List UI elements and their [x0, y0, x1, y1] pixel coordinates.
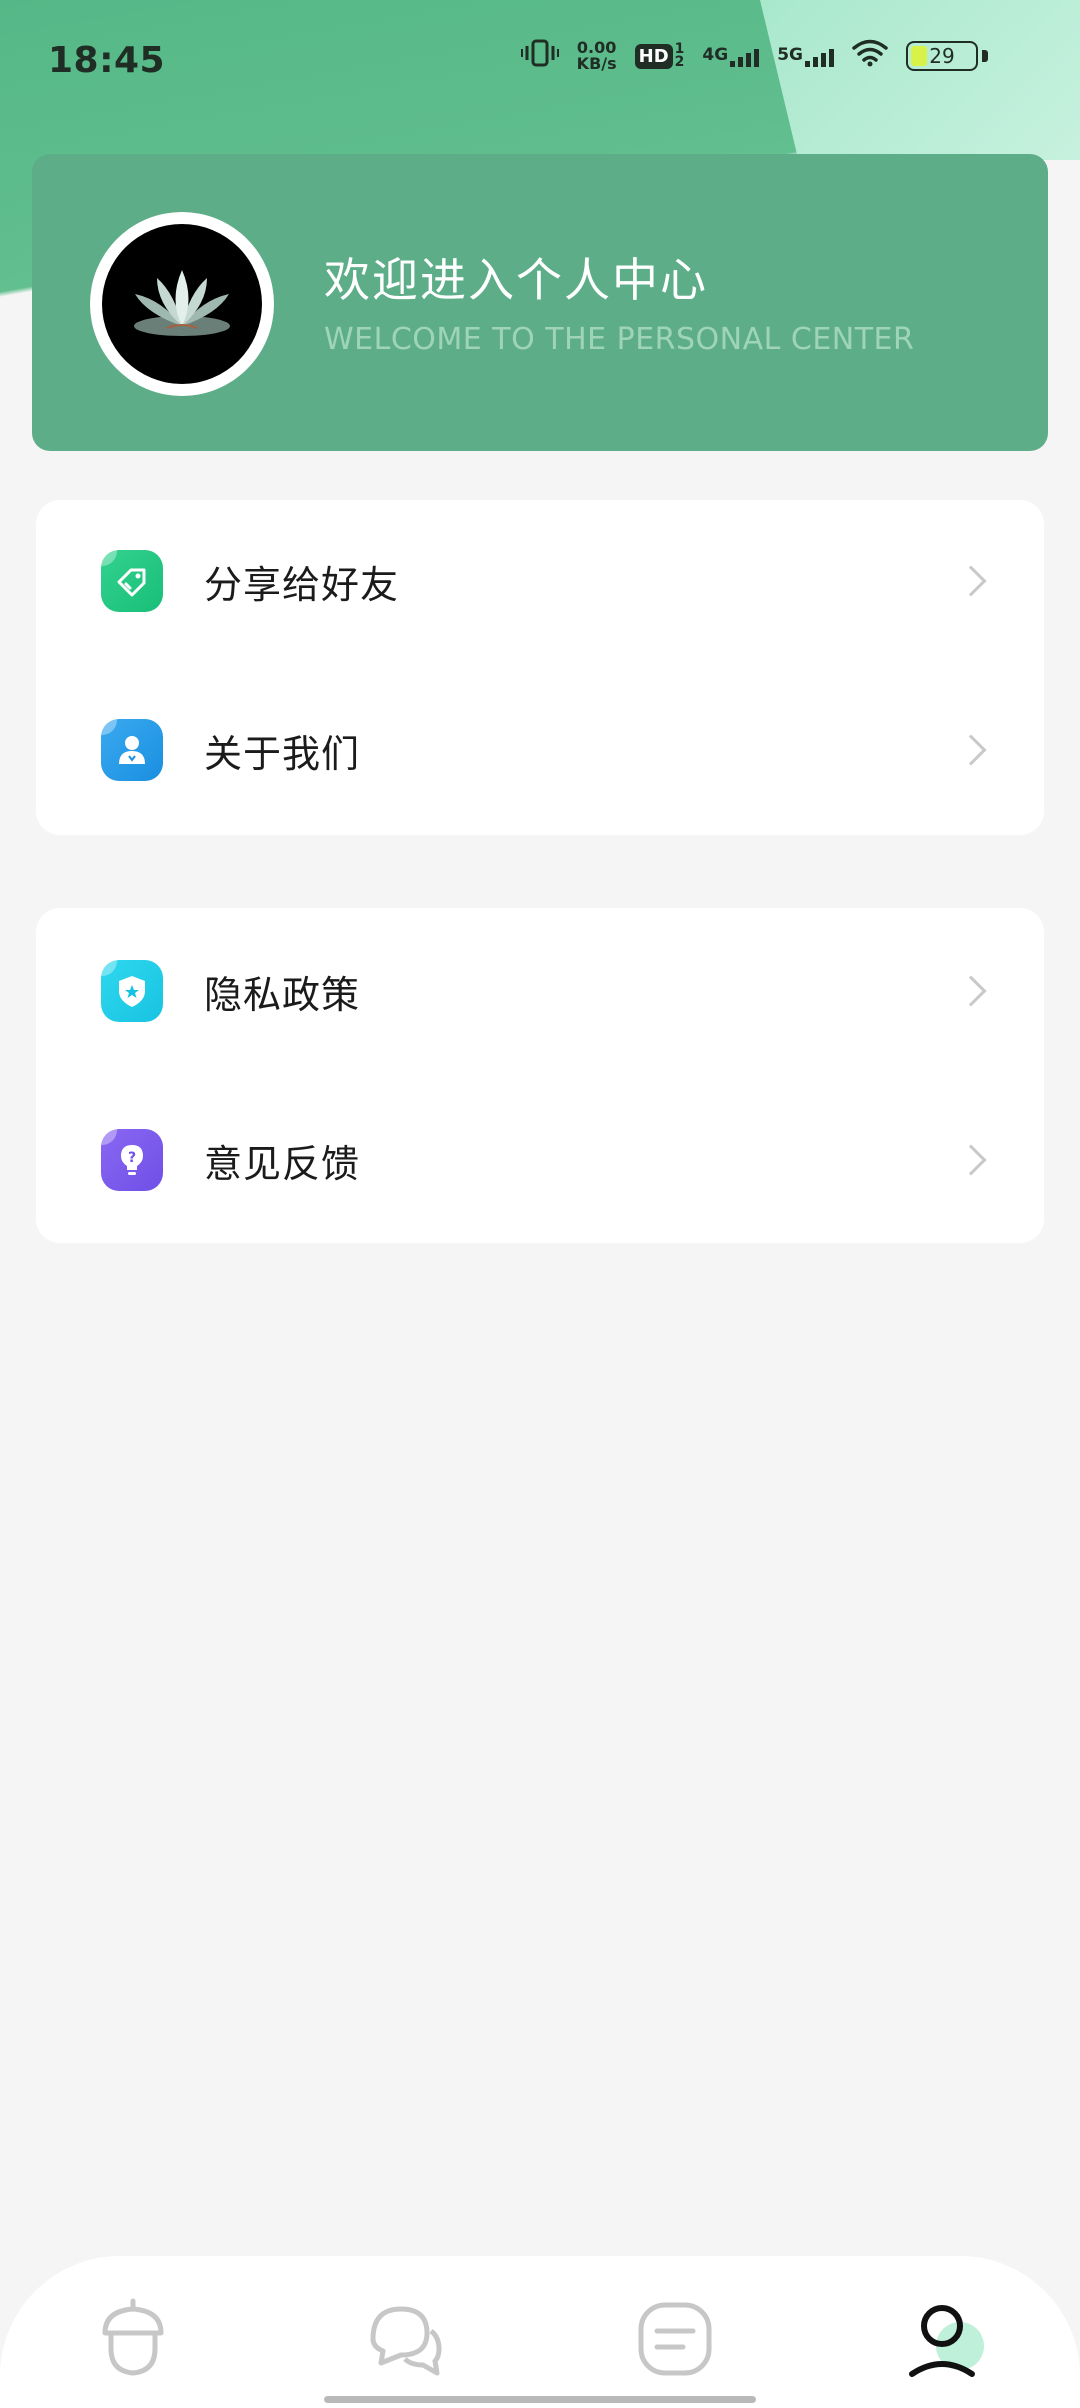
- tab-chat[interactable]: [360, 2296, 450, 2386]
- lightbulb-icon: ?: [101, 1129, 163, 1191]
- lotus-avatar-icon: [102, 224, 262, 384]
- signal-5g-icon: 5G: [777, 45, 834, 67]
- status-bar: 18:45 0.00 KB/s HD 1 2 4G 5G 29: [0, 0, 1080, 120]
- menu-item-feedback[interactable]: ? 意见反馈: [36, 1105, 1044, 1215]
- home-indicator: [324, 2396, 756, 2403]
- net-speed: 0.00 KB/s: [576, 38, 617, 73]
- status-icons: 0.00 KB/s HD 1 2 4G 5G 29: [520, 38, 988, 74]
- vibrate-icon: [520, 38, 559, 74]
- menu-label-privacy: 隐私政策: [204, 972, 361, 1017]
- profile-icon: [900, 2294, 990, 2388]
- menu-group-2: 隐私政策 ? 意见反馈: [36, 908, 1044, 1243]
- chevron-right-icon: [955, 975, 987, 1007]
- status-time: 18:45: [48, 39, 166, 81]
- bottom-tab-bar: [0, 2256, 1080, 2408]
- svg-text:?: ?: [128, 1150, 136, 1166]
- menu-item-privacy[interactable]: 隐私政策: [36, 936, 1044, 1046]
- shield-icon: [101, 960, 163, 1022]
- acorn-home-icon: [91, 2297, 175, 2385]
- welcome-title: 欢迎进入个人中心: [324, 253, 708, 307]
- menu-item-about[interactable]: 关于我们: [36, 695, 1044, 805]
- profile-card: 欢迎进入个人中心 WELCOME TO THE PERSONAL CENTER: [32, 154, 1048, 451]
- chevron-right-icon: [955, 734, 987, 766]
- signal-4g-icon: 4G: [702, 45, 760, 67]
- chat-bubbles-icon: [363, 2297, 447, 2385]
- battery-tip: [982, 50, 988, 62]
- menu-group-1: 分享给好友 关于我们: [36, 500, 1044, 835]
- chevron-right-icon: [955, 565, 987, 597]
- notes-icon: [633, 2297, 717, 2385]
- battery-icon: 29: [906, 41, 978, 71]
- avatar[interactable]: [90, 212, 274, 396]
- tab-profile[interactable]: [900, 2296, 990, 2386]
- chevron-right-icon: [955, 1144, 987, 1176]
- menu-label-feedback: 意见反馈: [204, 1141, 361, 1186]
- menu-label-about: 关于我们: [204, 731, 361, 776]
- tab-home[interactable]: [88, 2296, 178, 2386]
- menu-item-share[interactable]: 分享给好友: [36, 526, 1044, 636]
- hd-icon: HD 1 2: [634, 42, 684, 69]
- share-tag-icon: [101, 550, 163, 612]
- tab-notes[interactable]: [630, 2296, 720, 2386]
- about-user-icon: [101, 719, 163, 781]
- welcome-subtitle: WELCOME TO THE PERSONAL CENTER: [324, 322, 915, 357]
- menu-label-share: 分享给好友: [204, 562, 400, 607]
- wifi-icon: [852, 39, 888, 73]
